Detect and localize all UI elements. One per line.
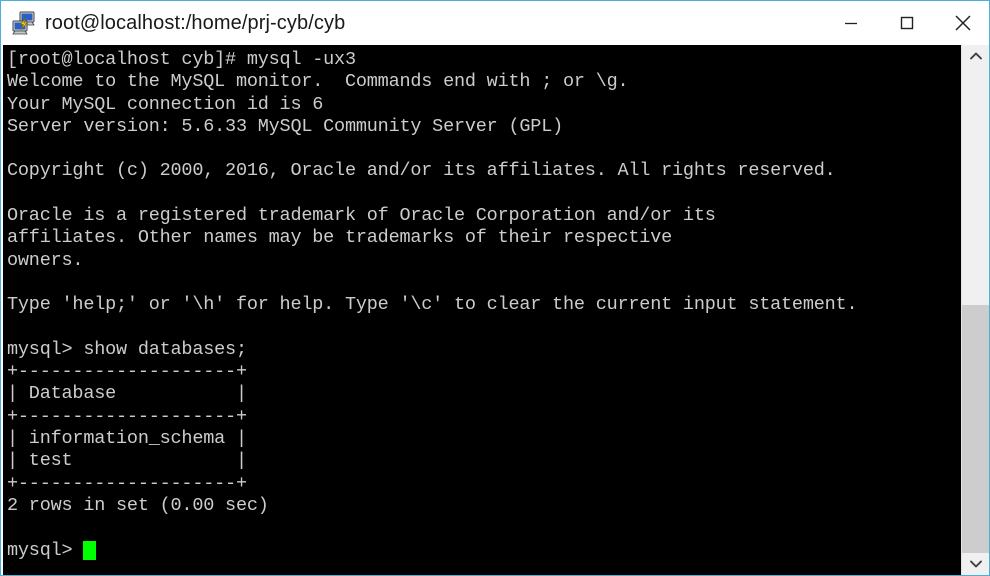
terminal-line: affiliates. Other names may be trademark… bbox=[7, 227, 673, 249]
putty-terminal-window: root@localhost:/home/prj-cyb/cyb [root@l… bbox=[0, 0, 990, 576]
minimize-button[interactable] bbox=[823, 1, 879, 45]
terminal-line: Oracle is a registered trademark of Orac… bbox=[7, 205, 716, 227]
chevron-up-icon bbox=[969, 52, 982, 60]
terminal-line: Welcome to the MySQL monitor. Commands e… bbox=[7, 71, 629, 93]
terminal-prompt-line[interactable]: mysql> bbox=[7, 540, 961, 562]
terminal-screen[interactable]: [root@localhost cyb]# mysql -ux3 Welcome … bbox=[3, 45, 961, 575]
terminal-line: Your MySQL connection id is 6 bbox=[7, 93, 324, 115]
scroll-up-button[interactable] bbox=[962, 45, 989, 67]
close-button[interactable] bbox=[935, 1, 989, 45]
close-icon bbox=[955, 15, 971, 31]
maximize-button[interactable] bbox=[879, 1, 935, 45]
window-title: root@localhost:/home/prj-cyb/cyb bbox=[45, 11, 346, 34]
terminal-line: +--------------------+ bbox=[7, 405, 247, 427]
terminal-line: | test | bbox=[7, 450, 247, 472]
terminal-line: Copyright (c) 2000, 2016, Oracle and/or … bbox=[7, 160, 836, 182]
chevron-down-icon bbox=[969, 560, 982, 568]
window-controls bbox=[823, 1, 989, 45]
terminal-cursor bbox=[83, 541, 97, 561]
terminal-line: 2 rows in set (0.00 sec) bbox=[7, 494, 269, 516]
terminal-prompt: mysql> bbox=[7, 539, 84, 561]
terminal-line: owners. bbox=[7, 249, 84, 271]
minimize-icon bbox=[845, 22, 857, 25]
titlebar[interactable]: root@localhost:/home/prj-cyb/cyb bbox=[1, 1, 989, 45]
terminal-scrollbar[interactable] bbox=[961, 45, 989, 575]
terminal-line: +--------------------+ bbox=[7, 472, 247, 494]
maximize-icon bbox=[900, 16, 914, 30]
terminal-output: [root@localhost cyb]# mysql -ux3 Welcome … bbox=[3, 45, 961, 562]
terminal-line: [root@localhost cyb]# mysql -ux3 bbox=[7, 49, 356, 70]
terminal-line: Type 'help;' or '\h' for help. Type '\c'… bbox=[7, 294, 858, 316]
scrollbar-track[interactable] bbox=[962, 67, 989, 553]
scrollbar-thumb[interactable] bbox=[962, 305, 989, 553]
scroll-down-button[interactable] bbox=[962, 553, 989, 575]
terminal-line: | information_schema | bbox=[7, 428, 247, 450]
terminal-line: +--------------------+ bbox=[7, 361, 247, 383]
terminal-line: mysql> show databases; bbox=[7, 338, 247, 360]
terminal-line: | Database | bbox=[7, 383, 247, 405]
terminal-line: Server version: 5.6.33 MySQL Community S… bbox=[7, 115, 563, 137]
putty-terminal-icon bbox=[11, 10, 37, 36]
